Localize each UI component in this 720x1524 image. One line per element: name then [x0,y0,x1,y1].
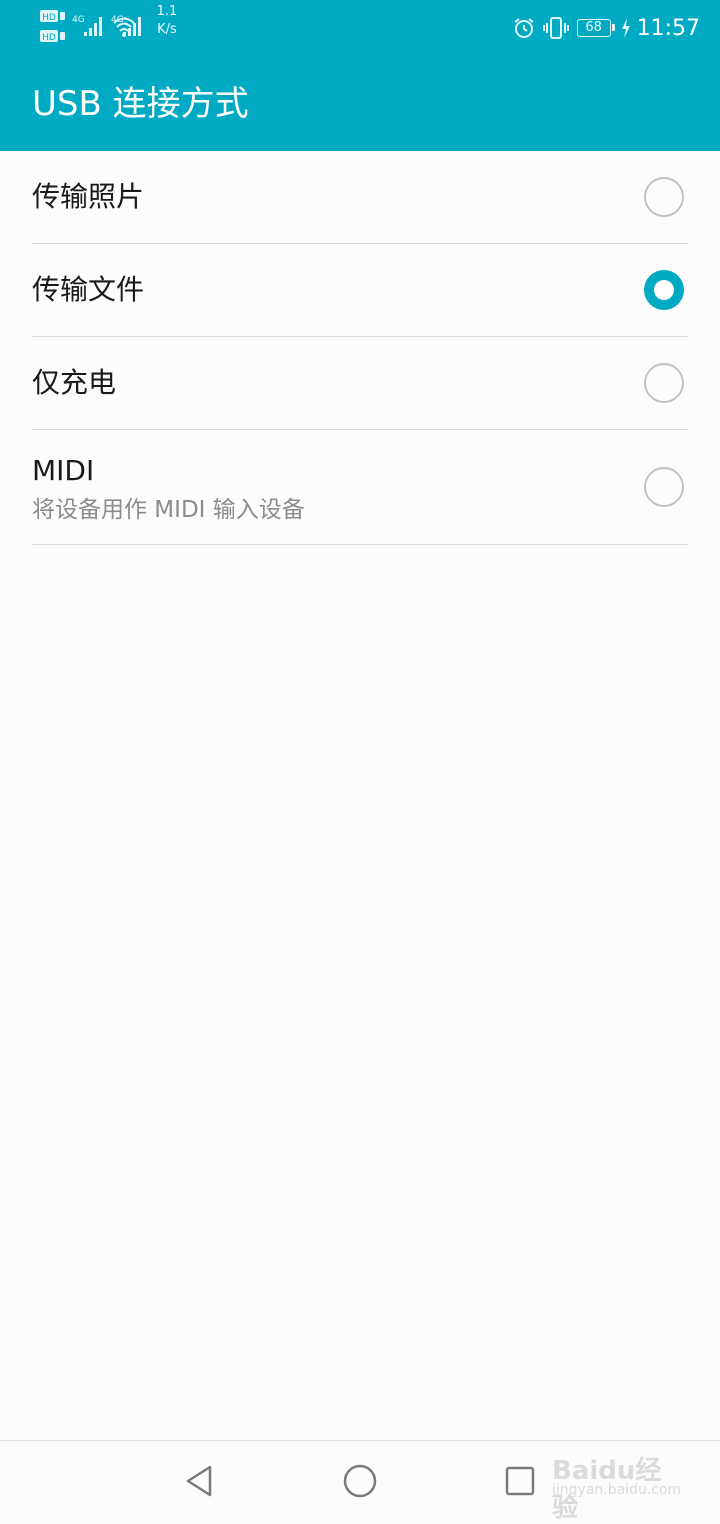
status-bar: HD HD 4G 4G 1.1 K/s 68 11:57 [0,0,720,56]
option-label: 传输文件 [32,273,145,306]
option-label: 仅充电 [32,366,117,399]
page-title: USB 连接方式 [32,84,249,124]
option-transfer-photos[interactable]: 传输照片 [32,151,688,244]
wifi-icon [113,17,135,37]
status-right: 68 11:57 [513,10,700,46]
usb-options-list: 传输照片 传输文件 仅充电 MIDI 将设备用作 MIDI 输入设备 [32,151,688,545]
home-icon[interactable] [340,1461,380,1501]
baidu-watermark: Baidu经验 jingyan.baidu.com [552,1446,682,1523]
net-speed-value: 1.1 [156,4,178,19]
option-label: MIDI [32,454,95,487]
option-midi[interactable]: MIDI 将设备用作 MIDI 输入设备 [32,430,688,545]
option-charge-only[interactable]: 仅充电 [32,337,688,430]
radio-button-selected[interactable] [644,270,684,310]
recents-icon[interactable] [500,1461,540,1501]
option-transfer-files[interactable]: 传输文件 [32,244,688,337]
back-icon[interactable] [180,1461,220,1501]
net-speed-unit: K/s [157,22,177,37]
radio-button[interactable] [644,467,684,507]
watermark-url: jingyan.baidu.com [552,1482,682,1498]
network-speed: 1.1 K/s [147,3,187,39]
alarm-icon [513,18,534,38]
vibrate-icon [542,17,569,39]
battery-indicator: 68 [576,19,615,37]
svg-text:4G: 4G [72,15,85,25]
option-label: 传输照片 [32,180,145,213]
radio-button[interactable] [644,177,684,217]
status-time: 11:57 [636,15,700,41]
status-left: HD HD 4G 4G [40,8,152,48]
svg-text:HD: HD [42,33,56,43]
app-header: HD HD 4G 4G 1.1 K/s 68 11:57 USB 连接方式 [0,0,720,151]
svg-text:HD: HD [42,13,56,23]
option-subtitle: 将设备用作 MIDI 输入设备 [32,497,305,523]
radio-button[interactable] [644,363,684,403]
charging-bolt-icon [621,18,630,38]
